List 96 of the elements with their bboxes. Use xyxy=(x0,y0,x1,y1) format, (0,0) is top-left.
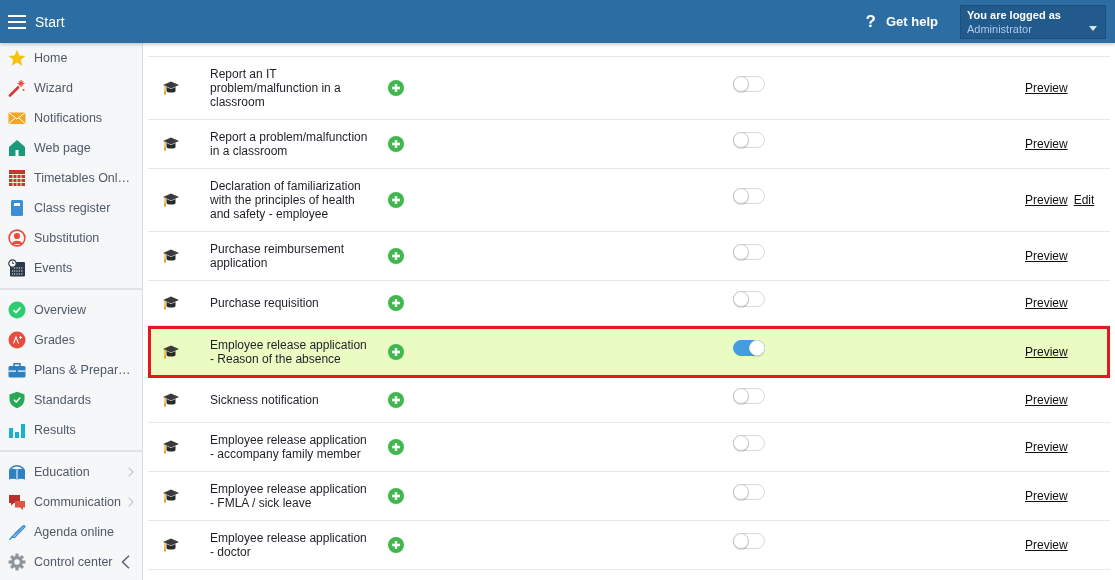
plus-icon[interactable] xyxy=(388,248,404,264)
action-link[interactable]: Preview xyxy=(1025,249,1068,263)
form-title: Declaration of familiarization with the principles of health and safety - employee xyxy=(210,179,362,221)
help-button[interactable]: ? Get help xyxy=(865,12,938,31)
form-title: Employee release application - Reason of the absence xyxy=(210,338,368,366)
calendar-clock-icon xyxy=(8,259,26,277)
feather-pen-icon xyxy=(8,523,26,541)
table-row[interactable]: Employee release application - doctor Preview xyxy=(148,521,1110,570)
plus-icon[interactable] xyxy=(388,488,404,504)
star-icon xyxy=(8,49,26,67)
caret-down-icon xyxy=(1089,26,1097,31)
graduation-cap-icon xyxy=(163,81,179,95)
settings-icon xyxy=(8,553,26,571)
plus-icon[interactable] xyxy=(388,80,404,96)
notebook-icon xyxy=(8,199,26,217)
plus-icon[interactable] xyxy=(388,136,404,152)
table-row[interactable]: Purchase reimbursement application Preview xyxy=(148,232,1110,281)
table-row[interactable]: Declaration of familiarization with the principles of health and safety - employee Preview Edit xyxy=(148,169,1110,232)
form-title: Report an IT problem/malfunction in a classroom xyxy=(210,67,342,109)
plus-icon[interactable] xyxy=(388,344,404,360)
table-row[interactable]: Employee release application - FMLA / sick leave Preview xyxy=(148,472,1110,521)
shield-check-icon xyxy=(8,391,26,409)
house-icon xyxy=(8,139,26,157)
toggle-switch[interactable] xyxy=(733,340,765,356)
graduation-cap-icon xyxy=(163,538,179,552)
sidebar-item[interactable]: Wizard xyxy=(0,73,142,103)
sidebar-item[interactable]: Class register xyxy=(0,193,142,223)
user-caption: You are logged as xyxy=(967,8,1061,22)
check-circle-icon xyxy=(8,301,26,319)
user-menu[interactable]: You are logged as Administrator xyxy=(960,4,1106,39)
form-title: Report a problem/malfunction in a classroom xyxy=(210,130,369,158)
sidebar-item[interactable]: Substitution xyxy=(0,223,142,253)
table-row[interactable]: Report an IT problem/malfunction in a classroom Preview xyxy=(148,57,1110,120)
help-icon: ? xyxy=(865,12,876,31)
user-name: Administrator xyxy=(967,21,1032,36)
table-row[interactable]: Employee release application - Reason of the absence Preview xyxy=(148,326,1110,378)
sidebar-item[interactable]: Results xyxy=(0,415,142,445)
plus-icon[interactable] xyxy=(388,439,404,455)
form-title: Employee release application - doctor xyxy=(210,531,368,559)
speech-bubbles-icon xyxy=(8,493,26,511)
sidebar-item[interactable]: Grades xyxy=(0,325,142,355)
sidebar-item[interactable]: Web page xyxy=(0,133,142,163)
chevron-right-icon xyxy=(128,467,134,477)
graduation-cap-icon xyxy=(163,193,179,207)
table-row[interactable]: Sickness notification Preview xyxy=(148,378,1110,423)
graduation-cap-icon xyxy=(163,296,179,310)
graduation-cap-icon xyxy=(163,393,179,407)
sidebar-item[interactable]: Agenda online xyxy=(0,517,142,547)
plus-icon[interactable] xyxy=(388,537,404,553)
sidebar-item[interactable]: Communication xyxy=(0,487,142,517)
action-link[interactable]: Edit xyxy=(1073,193,1095,207)
action-link[interactable]: Preview xyxy=(1025,137,1068,151)
sidebar-item[interactable]: Home xyxy=(0,43,142,73)
plus-icon[interactable] xyxy=(388,192,404,208)
graduation-cap-icon xyxy=(163,345,179,359)
menu-icon[interactable] xyxy=(8,14,26,29)
graduation-cap-icon xyxy=(163,440,179,454)
page-title: Start xyxy=(35,13,65,30)
sidebar-item[interactable]: Overview xyxy=(0,295,142,325)
chevron-right-icon xyxy=(128,497,134,507)
action-link[interactable]: Preview xyxy=(1025,81,1068,95)
action-link[interactable]: Preview xyxy=(1025,440,1068,454)
table-row[interactable]: Report a problem/malfunction in a classroom Preview xyxy=(148,120,1110,169)
calendar-grid-icon xyxy=(8,169,26,187)
graduation-cap-icon xyxy=(163,249,179,263)
open-book-icon xyxy=(8,463,26,481)
graduation-cap-icon xyxy=(163,489,179,503)
action-link[interactable]: Preview xyxy=(1025,296,1068,310)
sidebar-item[interactable]: Timetables Onl… xyxy=(0,163,142,193)
person-circle-icon xyxy=(8,229,26,247)
plus-icon[interactable] xyxy=(388,392,404,408)
form-title: Purchase requisition xyxy=(210,296,320,310)
plus-icon[interactable] xyxy=(388,295,404,311)
sidebar-item[interactable]: Events xyxy=(0,253,142,283)
table-row[interactable]: Employee release application - accompany family member Preview xyxy=(148,423,1110,472)
sidebar-item[interactable]: Notifications xyxy=(0,103,142,133)
sidebar-item[interactable]: Control center xyxy=(0,547,117,577)
sidebar-item[interactable]: Education xyxy=(0,457,142,487)
action-link[interactable]: Preview xyxy=(1025,393,1068,407)
chevron-left-icon[interactable] xyxy=(121,555,130,569)
envelope-icon xyxy=(8,109,26,127)
action-link[interactable]: Preview xyxy=(1025,489,1068,503)
briefcase-icon xyxy=(8,361,26,379)
bar-chart-icon xyxy=(8,421,26,439)
form-title: Employee release application - FMLA / sick leave xyxy=(210,482,368,510)
form-title: Purchase reimbursement application xyxy=(210,242,346,270)
sidebar-item[interactable]: Plans & Prepar… xyxy=(0,355,142,385)
grade-circle-icon xyxy=(8,331,26,349)
form-title: Sickness notification xyxy=(210,393,320,407)
action-link[interactable]: Preview xyxy=(1025,538,1068,552)
action-link[interactable]: Preview xyxy=(1025,345,1068,359)
sidebar-item[interactable]: Standards xyxy=(0,385,142,415)
form-title: Employee release application - accompany family member xyxy=(210,433,368,461)
magic-wand-icon xyxy=(8,79,26,97)
graduation-cap-icon xyxy=(163,137,179,151)
action-link[interactable]: Preview xyxy=(1025,193,1068,207)
